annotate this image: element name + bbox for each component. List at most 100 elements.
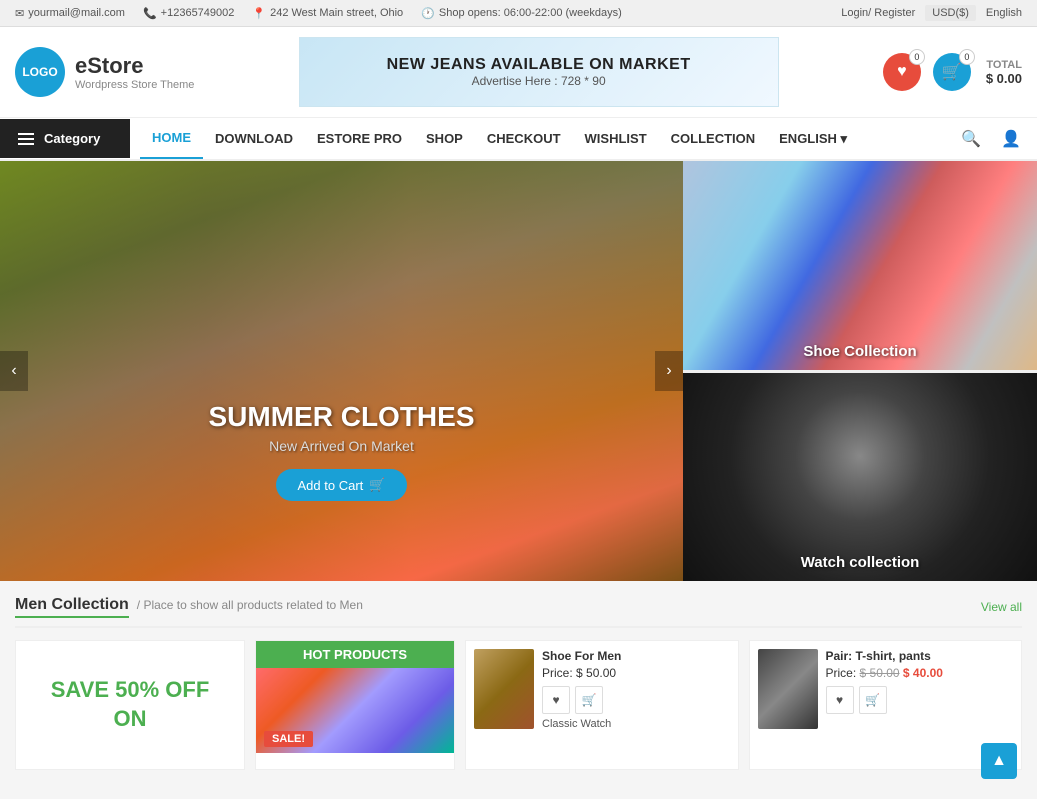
section-title-area: Men Collection / Place to show all produ…	[15, 596, 363, 618]
product-card-1: Shoe For Men Price: $ 50.00 ♥ 🛒 Classic …	[465, 640, 739, 770]
cart-product-2-button[interactable]: 🛒	[859, 686, 887, 714]
hours-item: 🕐 Shop opens: 06:00-22:00 (weekdays)	[421, 7, 622, 20]
hero-overlay: SUMMER CLOTHES New Arrived On Market Add…	[192, 401, 492, 501]
total-area: TOTAL $ 0.00	[986, 59, 1022, 86]
banner[interactable]: NEW JEANS AVAILABLE ON MARKET Advertise …	[299, 37, 779, 107]
product-label-1: Classic Watch	[542, 718, 730, 730]
hero-title: SUMMER CLOTHES	[192, 401, 492, 433]
total-amount: $ 0.00	[986, 71, 1022, 86]
navigation: Category HOME DOWNLOAD ESTORE PRO SHOP C…	[0, 118, 1037, 161]
section-title: Men Collection	[15, 596, 129, 618]
top-bar-right: Login/ Register USD($) English	[841, 5, 1022, 21]
product-price-2: Price: $ 50.00 $ 40.00	[826, 666, 1014, 680]
section-header: Men Collection / Place to show all produ…	[15, 596, 1022, 628]
add-to-cart-hero-button[interactable]: Add to Cart 🛒	[276, 469, 408, 501]
watch-visual	[683, 373, 1037, 582]
email-item: ✉ yourmail@mail.com	[15, 7, 125, 20]
new-price-2: $ 40.00	[903, 666, 943, 680]
logo-text: LOGO	[22, 65, 57, 79]
nav-estore-pro[interactable]: ESTORE PRO	[305, 119, 414, 158]
men-collection-section: Men Collection / Place to show all produ…	[0, 581, 1037, 780]
hero-next-button[interactable]: ›	[655, 351, 683, 391]
product-thumb-1	[474, 649, 534, 729]
nav-download[interactable]: DOWNLOAD	[203, 119, 305, 158]
header: LOGO eStore Wordpress Store Theme NEW JE…	[0, 27, 1037, 118]
nav-links: HOME DOWNLOAD ESTORE PRO SHOP CHECKOUT W…	[130, 118, 955, 159]
shoe-collection-image[interactable]: Shoe Collection	[683, 161, 1037, 370]
hero-prev-button[interactable]: ‹	[0, 351, 28, 391]
save-card: SAVE 50% OFFON	[15, 640, 245, 770]
nav-shop[interactable]: SHOP	[414, 119, 475, 158]
email-text: yourmail@mail.com	[28, 7, 125, 19]
cart-button[interactable]: 🛒 0	[933, 53, 971, 91]
store-tagline: Wordpress Store Theme	[75, 79, 194, 91]
header-right: ♥ 0 🛒 0 TOTAL $ 0.00	[883, 53, 1022, 91]
cart-count: 0	[959, 49, 975, 65]
nav-home[interactable]: HOME	[140, 118, 203, 159]
hero-slider: ‹ › SUMMER CLOTHES New Arrived On Market…	[0, 161, 683, 581]
address-text: 242 West Main street, Ohio	[270, 7, 403, 19]
cart-product-1-button[interactable]: 🛒	[575, 686, 603, 714]
product-name-1: Shoe For Men	[542, 649, 730, 663]
clock-icon: 🕐	[421, 7, 435, 20]
email-icon: ✉	[15, 7, 24, 20]
hero-btn-label: Add to Cart	[298, 478, 364, 493]
save-text: SAVE 50% OFFON	[51, 676, 210, 733]
header-icons: ♥ 0 🛒 0	[883, 53, 971, 91]
nav-english[interactable]: ENGLISH ▾	[767, 119, 859, 159]
product-actions-1: ♥ 🛒	[542, 686, 730, 714]
product-name-2: Pair: T-shirt, pants	[826, 649, 1014, 663]
cart-icon-hero: 🛒	[369, 477, 385, 493]
product-thumb-2	[758, 649, 818, 729]
sale-badge: SALE!	[264, 731, 313, 747]
shoe-visual	[683, 161, 1037, 370]
wishlist-button[interactable]: ♥ 0	[883, 53, 921, 91]
watch-collection-image[interactable]: Watch collection	[683, 370, 1037, 582]
watch-collection-label: Watch collection	[801, 554, 920, 571]
total-label: TOTAL	[986, 59, 1022, 71]
shoe-collection-label: Shoe Collection	[803, 343, 916, 360]
hamburger-icon	[18, 133, 34, 145]
top-bar-left: ✉ yourmail@mail.com 📞 +12365749002 📍 242…	[15, 7, 622, 20]
banner-content: NEW JEANS AVAILABLE ON MARKET Advertise …	[387, 56, 691, 88]
banner-subtitle: Advertise Here : 728 * 90	[387, 74, 691, 88]
phone-text: +12365749002	[161, 7, 235, 19]
wishlist-product-1-button[interactable]: ♥	[542, 686, 570, 714]
nav-collection[interactable]: COLLECTION	[659, 119, 768, 158]
heart-icon: ♥	[897, 63, 907, 81]
address-item: 📍 242 West Main street, Ohio	[252, 7, 403, 20]
product-info-1: Shoe For Men Price: $ 50.00 ♥ 🛒 Classic …	[542, 649, 730, 761]
product-price-1: Price: $ 50.00	[542, 666, 730, 680]
search-button[interactable]: 🔍	[955, 123, 987, 155]
nav-checkout[interactable]: CHECKOUT	[475, 119, 573, 158]
currency-badge[interactable]: USD($)	[925, 5, 976, 21]
view-all-link[interactable]: View all	[981, 600, 1022, 614]
cart-icon: 🛒	[942, 62, 962, 82]
account-button[interactable]: 👤	[995, 123, 1027, 155]
logo-circle[interactable]: LOGO	[15, 47, 65, 97]
product-actions-2: ♥ 🛒	[826, 686, 1014, 714]
main-content: ‹ › SUMMER CLOTHES New Arrived On Market…	[0, 161, 1037, 581]
hero-subtitle: New Arrived On Market	[192, 438, 492, 454]
hot-products-header: HOT PRODUCTS	[256, 641, 454, 668]
section-subtitle: / Place to show all products related to …	[137, 598, 363, 612]
wishlist-product-2-button[interactable]: ♥	[826, 686, 854, 714]
category-button[interactable]: Category	[0, 119, 130, 158]
logo-text-area: eStore Wordpress Store Theme	[75, 53, 194, 91]
scroll-to-top-button[interactable]: ▲	[981, 743, 1017, 779]
language-selector[interactable]: English	[986, 7, 1022, 19]
phone-item: 📞 +12365749002	[143, 7, 234, 20]
login-register-link[interactable]: Login/ Register	[841, 7, 915, 19]
hot-product-image[interactable]: SALE!	[256, 668, 454, 753]
store-name: eStore	[75, 53, 194, 79]
nav-right: 🔍 👤	[955, 123, 1037, 155]
top-bar: ✉ yourmail@mail.com 📞 +12365749002 📍 242…	[0, 0, 1037, 27]
nav-wishlist[interactable]: WISHLIST	[573, 119, 659, 158]
side-images: Shoe Collection Watch collection	[683, 161, 1037, 581]
old-price-2: $ 50.00	[860, 666, 900, 680]
products-row: SAVE 50% OFFON HOT PRODUCTS SALE! Shoe F…	[15, 640, 1022, 780]
hero-image	[0, 161, 683, 581]
hours-text: Shop opens: 06:00-22:00 (weekdays)	[439, 7, 622, 19]
phone-icon: 📞	[143, 7, 157, 20]
banner-title: NEW JEANS AVAILABLE ON MARKET	[387, 56, 691, 74]
